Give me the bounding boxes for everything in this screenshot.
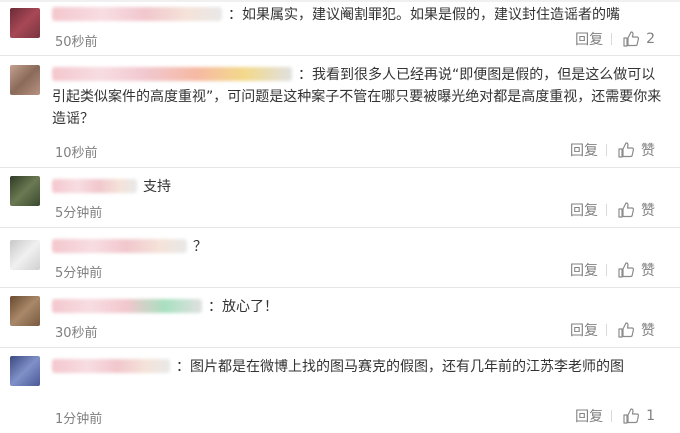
comment-time: 50秒前 — [55, 35, 98, 50]
avatar[interactable] — [10, 176, 40, 206]
comment-time: 10秒前 — [55, 146, 98, 161]
reply-button[interactable]: 回复 — [570, 320, 598, 340]
reply-button[interactable]: 回复 — [570, 200, 598, 220]
action-divider — [606, 264, 607, 276]
action-divider — [606, 324, 607, 336]
like-label: 赞 — [641, 263, 655, 279]
avatar[interactable] — [10, 65, 40, 95]
comment-actions: 回复 1 — [575, 406, 655, 426]
like-button[interactable]: 赞 — [617, 200, 655, 220]
action-divider — [606, 144, 607, 156]
thumbs-up-icon — [618, 262, 635, 278]
like-button[interactable]: 1 — [622, 407, 655, 425]
reply-button[interactable]: 回复 — [570, 140, 598, 160]
comment-actions: 回复 2 — [575, 29, 655, 49]
comment-actions: 回复 赞 — [570, 140, 655, 160]
username-blurred[interactable] — [52, 7, 222, 21]
comment-body: ：如果属实，建议阉割罪犯。如果是假的，建议封住造谣者的嘴 — [228, 7, 620, 23]
username-blurred[interactable] — [52, 67, 292, 81]
comment-item: 支持 5分钟前 回复 赞 — [0, 168, 680, 228]
comment-list: ：如果属实，建议阉割罪犯。如果是假的，建议封住造谣者的嘴 50秒前 回复 2 ：… — [0, 0, 680, 433]
comment-body: ？ — [193, 239, 207, 255]
thumbs-up-icon — [618, 202, 635, 218]
comment-time: 1分钟前 — [55, 412, 103, 427]
comment-actions: 回复 赞 — [570, 260, 655, 280]
like-label: 赞 — [641, 323, 655, 339]
comment-item: ：如果属实，建议阉割罪犯。如果是假的，建议封住造谣者的嘴 50秒前 回复 2 — [0, 0, 680, 56]
thumbs-up-icon — [618, 142, 635, 158]
comment-item: ：放心了！ 30秒前 回复 赞 — [0, 288, 680, 348]
comment-text: ：图片都是在微博上找的图马赛克的假图，还有几年前的江苏李老师的图 — [52, 356, 668, 378]
comment-body: 支持 — [143, 179, 171, 195]
comment-body: ：图片都是在微博上找的图马赛克的假图，还有几年前的江苏李老师的图 — [176, 359, 624, 375]
avatar[interactable] — [10, 356, 40, 386]
like-button[interactable]: 赞 — [617, 140, 655, 160]
comment-actions: 回复 赞 — [570, 200, 655, 220]
username-blurred[interactable] — [52, 239, 187, 253]
like-button[interactable]: 2 — [622, 30, 655, 48]
comment-text: 支持 — [52, 176, 668, 198]
like-label: 赞 — [641, 143, 655, 159]
action-divider — [611, 33, 613, 45]
comment-text: ：如果属实，建议阉割罪犯。如果是假的，建议封住造谣者的嘴 — [52, 4, 668, 26]
reply-button[interactable]: 回复 — [570, 260, 598, 280]
like-count: 2 — [646, 31, 655, 47]
like-button[interactable]: 赞 — [617, 320, 655, 340]
comment-time: 30秒前 — [55, 326, 98, 341]
like-label: 赞 — [641, 203, 655, 219]
comment-text: ：放心了！ — [52, 296, 668, 318]
avatar[interactable] — [10, 296, 40, 326]
comment-actions: 回复 赞 — [570, 320, 655, 340]
comment-time: 5分钟前 — [55, 266, 103, 281]
thumbs-up-icon — [623, 31, 640, 47]
comment-time: 5分钟前 — [55, 206, 103, 221]
comment-body: ：放心了！ — [208, 299, 278, 315]
comment-item: ：我看到很多人已经再说“即便图是假的，但是这么做可以引起类似案件的高度重视”，可… — [0, 56, 680, 168]
like-count: 1 — [646, 408, 655, 424]
username-blurred[interactable] — [52, 179, 137, 193]
thumbs-up-icon — [623, 408, 640, 424]
action-divider — [606, 204, 607, 216]
reply-button[interactable]: 回复 — [575, 29, 603, 49]
username-blurred[interactable] — [52, 299, 202, 313]
comment-text: ：我看到很多人已经再说“即便图是假的，但是这么做可以引起类似案件的高度重视”，可… — [52, 64, 668, 130]
action-divider — [611, 410, 613, 422]
comment-item: ：图片都是在微博上找的图马赛克的假图，还有几年前的江苏李老师的图 1分钟前 回复… — [0, 348, 680, 433]
avatar[interactable] — [10, 8, 40, 38]
reply-button[interactable]: 回复 — [575, 406, 603, 426]
comment-text: ？ — [52, 236, 668, 258]
comment-item: ？ 5分钟前 回复 赞 — [0, 228, 680, 288]
avatar[interactable] — [10, 240, 40, 270]
thumbs-up-icon — [618, 322, 635, 338]
like-button[interactable]: 赞 — [617, 260, 655, 280]
username-blurred[interactable] — [52, 359, 170, 373]
